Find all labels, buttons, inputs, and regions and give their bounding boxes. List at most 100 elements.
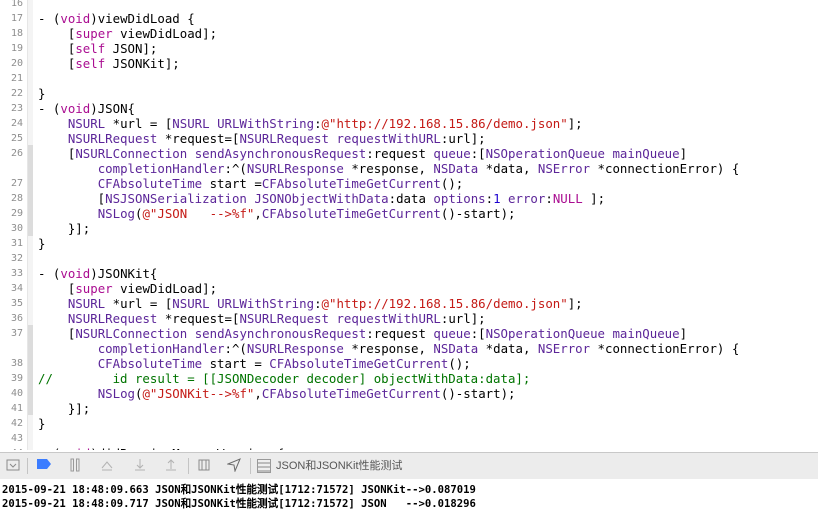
step-out-icon[interactable] bbox=[163, 458, 179, 474]
code-line[interactable]: completionHandler:^(NSURLResponse *respo… bbox=[0, 341, 818, 356]
code-token: CFAbsoluteTime bbox=[97, 176, 203, 191]
code-token: NSURL bbox=[172, 116, 210, 131]
code-line[interactable]: 39 // id result = [[JSONDecoder decoder] … bbox=[0, 371, 818, 386]
debug-bar: JSON和JSONKit性能测试 bbox=[0, 452, 818, 480]
code-line[interactable]: 37 [NSURLConnection sendAsynchronousRequ… bbox=[0, 326, 818, 341]
code-text: }]; bbox=[38, 401, 90, 416]
code-line[interactable]: 20 [self JSONKit]; bbox=[0, 56, 818, 71]
code-token: [ bbox=[38, 41, 76, 56]
code-token: completionHandler bbox=[97, 161, 225, 176]
line-number: 19 bbox=[10, 43, 23, 54]
target-selector[interactable]: JSON和JSONKit性能测试 bbox=[257, 457, 403, 475]
code-line[interactable]: 38 CFAbsoluteTime start = CFAbsoluteTime… bbox=[0, 356, 818, 371]
breakpoints-toggle-icon[interactable] bbox=[36, 458, 52, 474]
hide-debug-area-icon[interactable] bbox=[5, 458, 21, 474]
code-line[interactable]: 34 [super viewDidLoad]; bbox=[0, 281, 818, 296]
code-token: @"http://192.168.15.86/demo.json" bbox=[321, 116, 568, 131]
code-token: JSON]; bbox=[105, 41, 158, 56]
code-line[interactable]: 29 NSLog(@"JSON -->%f",CFAbsoluteTimeGet… bbox=[0, 206, 818, 221]
code-line[interactable]: 30 }]; bbox=[0, 221, 818, 236]
code-token: *response, bbox=[343, 341, 434, 356]
code-text: [NSJSONSerialization JSONObjectWithData:… bbox=[38, 191, 605, 206]
code-line[interactable]: 43 bbox=[0, 431, 818, 446]
code-line[interactable]: 32 bbox=[0, 251, 818, 266]
step-over-icon[interactable] bbox=[99, 458, 115, 474]
code-token: NSURL bbox=[67, 296, 106, 311]
code-text: NSURLRequest *request=[NSURLRequest requ… bbox=[38, 131, 486, 146]
code-line[interactable]: 23 - (void)JSON{ bbox=[0, 101, 818, 116]
code-line[interactable]: 17 - (void)viewDidLoad { bbox=[0, 11, 818, 26]
code-editor[interactable]: 16 17- (void)viewDidLoad {18 [super viewD… bbox=[0, 0, 818, 450]
code-token: ] bbox=[679, 146, 688, 161]
code-line[interactable]: 36 NSURLRequest *request=[NSURLRequest r… bbox=[0, 311, 818, 326]
code-line[interactable]: 40 NSLog(@"JSONKit-->%f",CFAbsoluteTimeG… bbox=[0, 386, 818, 401]
line-number: 29 bbox=[10, 208, 23, 219]
code-line[interactable]: 33 - (void)JSONKit{ bbox=[0, 266, 818, 281]
code-token: NSError bbox=[537, 161, 591, 176]
console-line: 2015-09-21 18:48:09.663 JSON和JSONKit性能测试… bbox=[2, 484, 476, 496]
code-token: :data bbox=[388, 191, 434, 206]
code-line[interactable]: 28 [NSJSONSerialization JSONObjectWithDa… bbox=[0, 191, 818, 206]
code-token: [ bbox=[38, 326, 76, 341]
code-token: queue bbox=[433, 326, 471, 341]
code-line[interactable]: 24 NSURL *url = [NSURL URLWithString:@"h… bbox=[0, 116, 818, 131]
code-token: [ bbox=[38, 281, 76, 296]
code-token: @"JSON -->%f" bbox=[142, 206, 255, 221]
code-token: [ bbox=[38, 56, 76, 71]
code-token: ()-start); bbox=[440, 386, 516, 401]
view-hierarchy-icon[interactable] bbox=[196, 458, 212, 474]
code-token: }]; bbox=[38, 221, 91, 236]
code-token: *data, bbox=[478, 161, 538, 176]
code-line[interactable]: 41 }]; bbox=[0, 401, 818, 416]
code-token: mainQueue bbox=[612, 326, 680, 341]
code-token: *request=[ bbox=[157, 131, 240, 146]
code-text: [self JSON]; bbox=[38, 41, 158, 56]
code-token: ] bbox=[679, 326, 688, 341]
code-token: - ( bbox=[38, 11, 61, 26]
code-line[interactable]: 25 NSURLRequest *request=[NSURLRequest r… bbox=[0, 131, 818, 146]
code-line[interactable]: 16 bbox=[0, 0, 818, 11]
code-line[interactable]: 35 NSURL *url = [NSURL URLWithString:@"h… bbox=[0, 296, 818, 311]
code-token: (); bbox=[448, 356, 471, 371]
code-line[interactable]: 42} bbox=[0, 416, 818, 431]
line-number: 21 bbox=[10, 73, 23, 84]
code-line[interactable]: 19 [self JSON]; bbox=[0, 41, 818, 56]
code-token: NSLog bbox=[97, 206, 135, 221]
debug-console[interactable]: 2015-09-21 18:48:09.663 JSON和JSONKit性能测试… bbox=[0, 479, 818, 515]
code-text: - (void)didReceiveMemoryWarning { bbox=[38, 446, 284, 450]
code-token: void bbox=[60, 446, 90, 450]
code-text: // id result = [[JSONDecoder decoder] ob… bbox=[38, 371, 530, 386]
line-number: 31 bbox=[10, 238, 23, 249]
code-token: :request bbox=[366, 326, 434, 341]
code-token: viewDidLoad]; bbox=[112, 26, 218, 41]
code-token: *request=[ bbox=[157, 311, 240, 326]
code-token: JSONKit]; bbox=[105, 56, 180, 71]
code-token: NSURLConnection bbox=[75, 146, 188, 161]
location-icon[interactable] bbox=[226, 458, 242, 474]
code-token: start = bbox=[202, 356, 270, 371]
code-line[interactable]: 18 [super viewDidLoad]; bbox=[0, 26, 818, 41]
code-line[interactable]: 44 - (void)didReceiveMemoryWarning { bbox=[0, 446, 818, 450]
line-number: 26 bbox=[10, 148, 23, 159]
code-text: completionHandler:^(NSURLResponse *respo… bbox=[38, 341, 740, 356]
code-line[interactable]: 21 bbox=[0, 71, 818, 86]
code-token: CFAbsoluteTime bbox=[97, 356, 203, 371]
code-text: [NSURLConnection sendAsynchronousRequest… bbox=[38, 326, 687, 341]
code-text: - (void)JSON{ bbox=[38, 101, 135, 116]
step-into-icon[interactable] bbox=[132, 458, 148, 474]
code-line[interactable]: 22} bbox=[0, 86, 818, 101]
code-line[interactable]: 27 CFAbsoluteTime start =CFAbsoluteTimeG… bbox=[0, 176, 818, 191]
pause-icon[interactable] bbox=[67, 458, 83, 474]
code-token: , bbox=[254, 206, 262, 221]
code-line[interactable]: completionHandler:^(NSURLResponse *respo… bbox=[0, 161, 818, 176]
code-line[interactable]: 26 [NSURLConnection sendAsynchronousRequ… bbox=[0, 146, 818, 161]
code-token: NSURLResponse bbox=[246, 161, 344, 176]
code-token: error bbox=[508, 191, 546, 206]
code-token: *url = [ bbox=[105, 116, 173, 131]
code-line[interactable]: 31} bbox=[0, 236, 818, 251]
code-token: } bbox=[38, 416, 46, 431]
code-token: :^( bbox=[224, 161, 247, 176]
